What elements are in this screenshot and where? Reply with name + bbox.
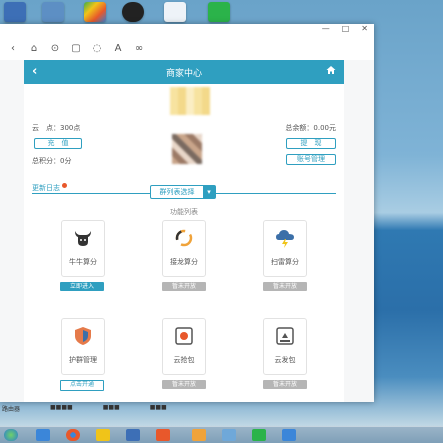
shield-icon [75,327,91,345]
desktop-label: ■■■■ [50,404,73,411]
recharge-button[interactable]: 充 值 [34,138,82,149]
green-icon[interactable] [208,2,230,22]
group-list-dropdown[interactable]: 群列表选择 ▾ [150,185,216,199]
app2-taskbar-icon[interactable] [192,429,206,441]
account-manage-button[interactable]: 账号管理 [286,154,336,165]
not-open-button: 暂未开放 [162,282,206,291]
link-icon[interactable]: ∞ [134,43,144,54]
feature-card-grab[interactable]: 云抢包 [162,318,206,375]
close-button[interactable]: ✕ [361,24,368,33]
feature-card-bull[interactable]: 牛牛算分 [61,220,105,277]
chevron-down-icon: ▾ [203,186,215,198]
minimize-button[interactable]: — [322,24,330,33]
folder-icon[interactable] [96,429,110,441]
card-name: 云抢包 [173,356,195,364]
app-taskbar-icon[interactable] [156,429,170,441]
cloud-points-text: 云 点：300点 [32,124,81,132]
font-icon[interactable]: A [113,43,123,54]
activate-button[interactable]: 点击开通 [60,380,104,391]
total-balance-text: 总余额：0.00元 [285,124,336,132]
start-icon[interactable] [4,429,18,441]
desktop-label: 路由器 [2,406,21,413]
bull-icon [75,231,91,246]
cube-icon[interactable]: ⊙ [50,43,60,54]
logo-image [170,87,210,115]
card-name: 护群管理 [69,356,97,364]
back-arrow-icon[interactable]: ‹ [32,64,37,79]
circle-icon[interactable]: ◌ [92,43,102,54]
not-open-button: 暂未开放 [162,380,206,389]
avatar [172,134,202,164]
desktop-icon-labels: 路由器 ■■■■ ■■■ ■■■ [0,402,443,424]
update-log-label: 更新日志 [32,184,60,192]
cloud-lightning-icon [276,230,294,248]
enter-now-button[interactable]: 立即进入 [60,282,104,291]
card-name: 牛牛算分 [69,258,97,266]
word-taskbar-icon[interactable] [126,429,140,441]
qq-icon[interactable] [122,2,144,22]
chrome-icon[interactable] [66,429,80,441]
feature-card-minesweeper[interactable]: 扫雷算分 [263,220,307,277]
app-header: ‹ 商家中心 [24,60,344,84]
title-bar: — □ ✕ [0,24,374,36]
feature-card-shield[interactable]: 护群管理 [61,318,105,375]
dropdown-label: 群列表选择 [159,188,195,196]
recycle-icon[interactable] [84,2,106,22]
send-icon [276,327,294,345]
browser-window: — □ ✕ ‹ ⌂ ⊙ ▢ ◌ A ∞ ‹ 商家中心 云 点：300点 充 值 … [0,24,374,402]
app4-taskbar-icon[interactable] [252,429,266,441]
app3-taskbar-icon[interactable] [222,429,236,441]
update-log-link[interactable]: 更新日志 [32,183,68,193]
desktop-label: ■■■ [149,404,167,411]
loop-icon [175,229,193,247]
feature-card-loop[interactable]: 接龙算分 [162,220,206,277]
window-icon[interactable]: ▢ [71,43,81,54]
card-name: 接龙算分 [170,258,198,266]
feature-card-send[interactable]: 云发包 [263,318,307,375]
not-open-button: 暂未开放 [263,380,307,389]
page-content: ‹ 商家中心 云 点：300点 充 值 总积分：0分 总余额：0.00元 提 现… [0,60,374,402]
desktop-label: ■■■ [102,404,120,411]
home-icon[interactable]: ⌂ [29,43,39,54]
notification-badge [62,183,68,188]
back-icon[interactable]: ‹ [8,43,18,54]
feature-list-heading: 功能列表 [170,208,198,216]
computer-icon[interactable] [42,2,64,22]
word-icon[interactable] [4,2,26,22]
grab-icon [175,327,193,345]
taskbar [0,426,443,443]
file-icon[interactable] [164,2,186,22]
app5-taskbar-icon[interactable] [282,429,296,441]
card-name: 扫雷算分 [271,258,299,266]
browser-toolbar: ‹ ⌂ ⊙ ▢ ◌ A ∞ [0,36,374,60]
withdraw-button[interactable]: 提 现 [286,138,336,149]
not-open-button: 暂未开放 [263,282,307,291]
ie-icon[interactable] [36,429,50,441]
card-name: 云发包 [274,356,296,364]
home-icon[interactable] [326,65,336,75]
page-title: 商家中心 [165,68,202,79]
maximize-button[interactable]: □ [342,24,350,33]
total-points-text: 总积分：0分 [32,157,72,165]
merchant-app: ‹ 商家中心 云 点：300点 充 值 总积分：0分 总余额：0.00元 提 现… [24,60,344,402]
